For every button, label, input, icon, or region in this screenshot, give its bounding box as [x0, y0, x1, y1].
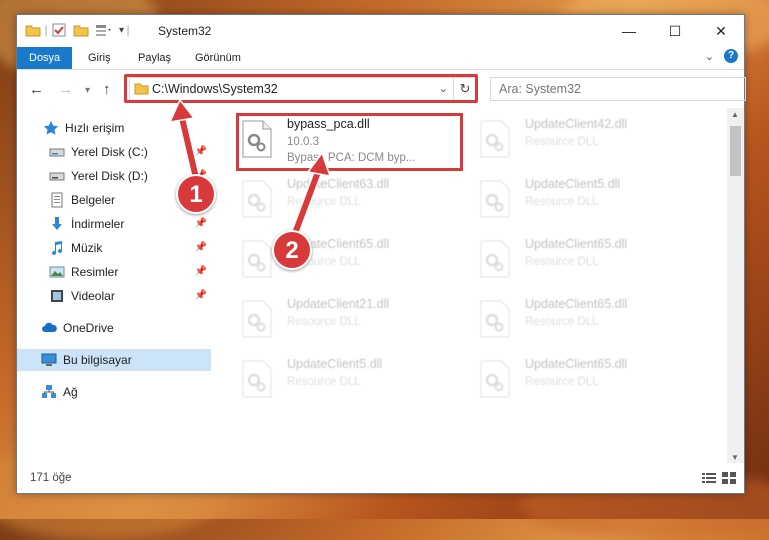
- annotation-overlay: [168, 98, 332, 241]
- step-badge-2: 2: [272, 230, 312, 270]
- arrow-1: [168, 98, 201, 183]
- step-badge-1: 1: [176, 174, 216, 214]
- arrow-2: [289, 151, 332, 241]
